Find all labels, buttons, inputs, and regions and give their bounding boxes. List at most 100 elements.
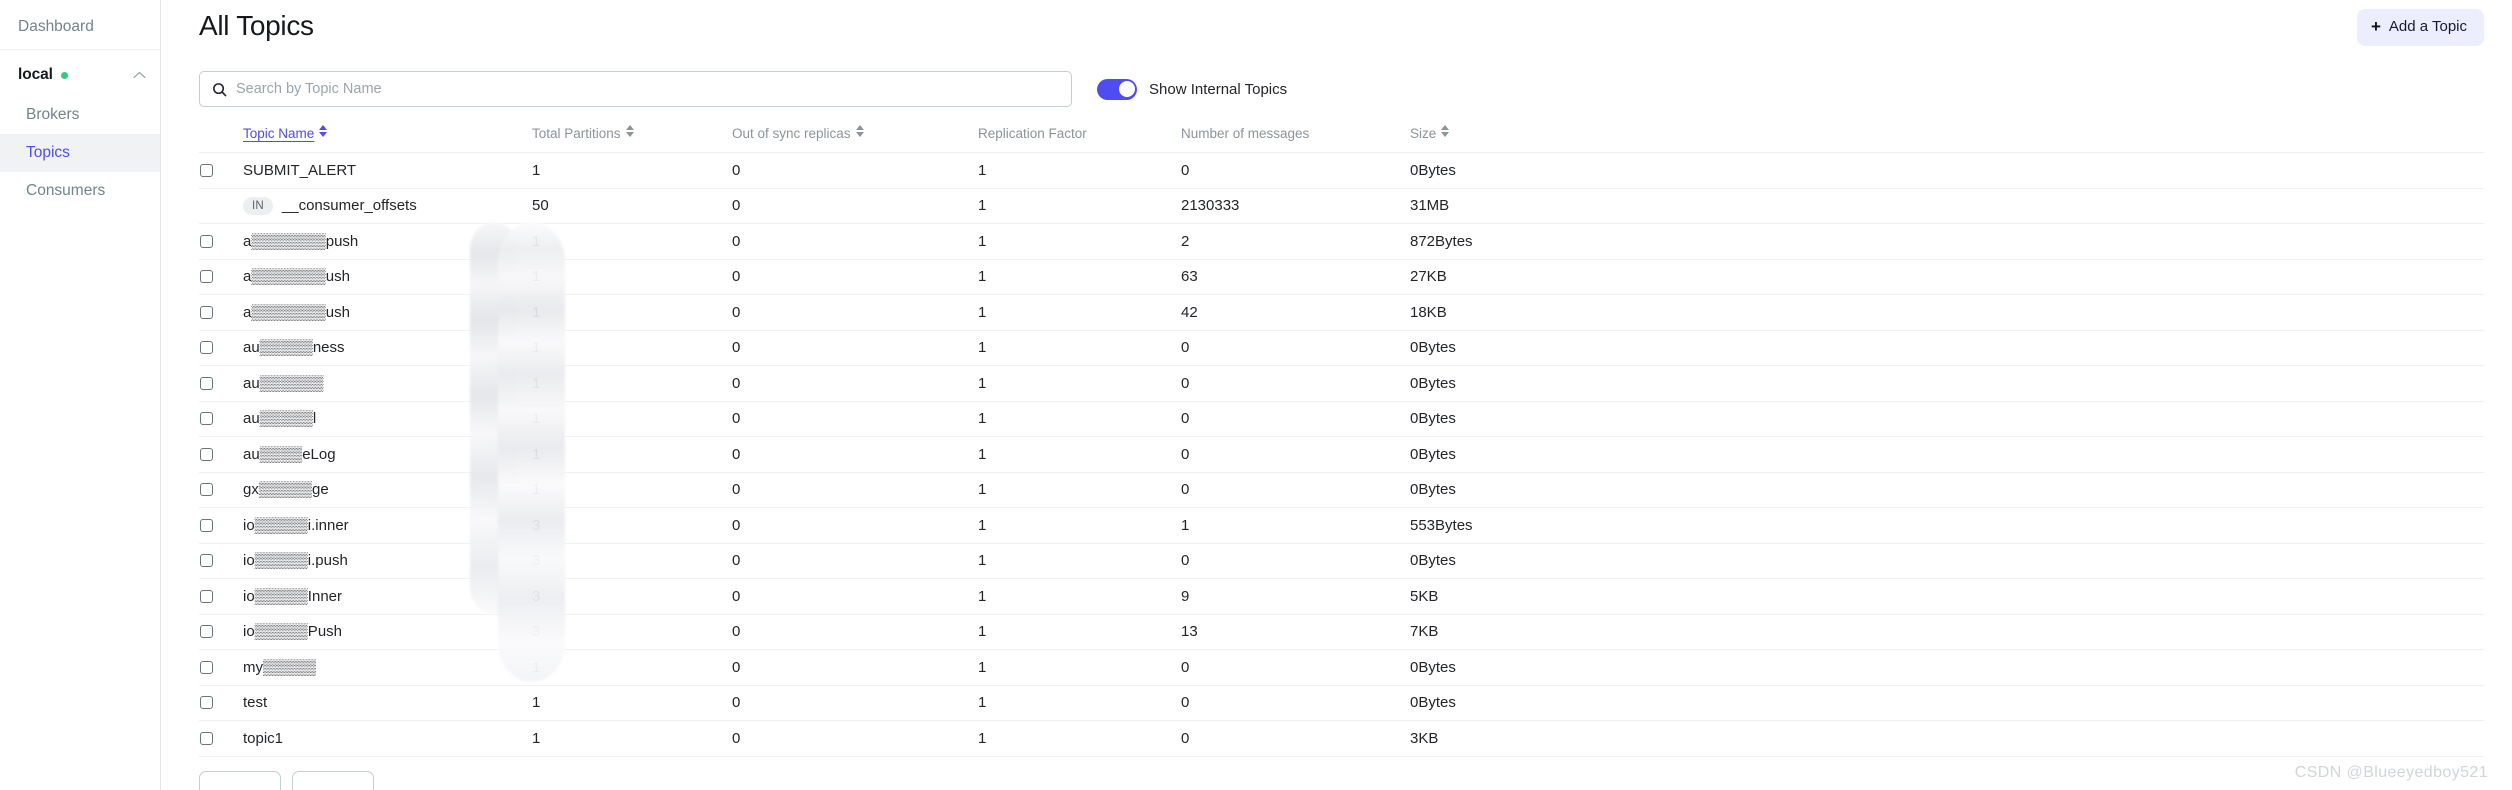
total-partitions-cell: 1 xyxy=(532,330,732,366)
topic-name-cell[interactable]: io▒▒▒▒▒Push xyxy=(243,614,532,650)
replication-factor-cell: 1 xyxy=(978,543,1181,579)
internal-topic-badge: IN xyxy=(243,196,273,215)
row-select-cell xyxy=(199,188,243,224)
row-select-cell xyxy=(199,614,243,650)
table-row[interactable]: gx▒▒▒▒▒ge 1 0 1 0 0Bytes xyxy=(199,472,2484,508)
table-row[interactable]: test 1 0 1 0 0Bytes xyxy=(199,685,2484,721)
sort-icon-topic-name[interactable] xyxy=(319,125,328,137)
topic-name-wrapper: au▒▒▒▒▒l xyxy=(243,410,532,427)
total-partitions-cell: 1 xyxy=(532,472,732,508)
sort-icon-total-partitions[interactable] xyxy=(625,125,634,137)
sidebar-item-consumers-label: Consumers xyxy=(26,182,106,199)
add-topic-button[interactable]: + Add a Topic xyxy=(2356,9,2484,46)
topic-name-cell[interactable]: my▒▒▒▒▒ xyxy=(243,649,532,686)
table-row[interactable]: au▒▒▒▒▒ness 1 0 1 0 0Bytes xyxy=(199,330,2484,366)
row-checkbox[interactable] xyxy=(200,731,213,745)
total-partitions-cell: 3 xyxy=(532,614,732,650)
table-row[interactable]: au▒▒▒▒▒▒ 1 0 1 0 0Bytes xyxy=(199,365,2484,402)
topic-name-cell[interactable]: gx▒▒▒▒▒ge xyxy=(243,472,532,508)
topic-name-cell[interactable]: a▒▒▒▒▒▒▒push xyxy=(243,223,532,260)
row-checkbox[interactable] xyxy=(200,518,213,532)
table-row[interactable]: io▒▒▒▒▒i.inner 3 0 1 1 553Bytes xyxy=(199,507,2484,544)
column-header-topic-name[interactable]: Topic Name xyxy=(243,121,532,153)
row-checkbox[interactable] xyxy=(200,696,213,710)
toggle-track[interactable] xyxy=(1097,78,1137,100)
row-checkbox[interactable] xyxy=(200,483,213,497)
replication-factor-cell: 1 xyxy=(978,223,1181,260)
table-row[interactable]: SUBMIT_ALERT 1 0 1 0 0Bytes xyxy=(199,152,2484,189)
column-header-total-partitions[interactable]: Total Partitions xyxy=(532,121,732,153)
topic-name-cell[interactable]: a▒▒▒▒▒▒▒ush xyxy=(243,259,532,295)
row-checkbox[interactable] xyxy=(200,305,213,319)
row-select-cell xyxy=(199,507,243,544)
table-row[interactable]: a▒▒▒▒▒▒▒ush 1 0 1 63 27KB xyxy=(199,259,2484,295)
topic-name-cell[interactable]: io▒▒▒▒▒Inner xyxy=(243,578,532,615)
number-of-messages-cell: 0 xyxy=(1181,472,1410,508)
table-row[interactable]: au▒▒▒▒eLog 1 0 1 0 0Bytes xyxy=(199,436,2484,473)
row-select-cell xyxy=(199,152,243,189)
chevron-up-icon[interactable] xyxy=(133,69,146,81)
table-row[interactable]: io▒▒▒▒▒i.push 3 0 1 0 0Bytes xyxy=(199,543,2484,579)
table-row[interactable]: io▒▒▒▒▒Push 3 0 1 13 7KB xyxy=(199,614,2484,650)
table-row[interactable]: a▒▒▒▒▒▒▒ush 1 0 1 42 18KB xyxy=(199,294,2484,331)
row-checkbox[interactable] xyxy=(200,234,213,248)
table-row[interactable]: IN __consumer_offsets 50 0 1 2130333 31MB xyxy=(199,188,2484,224)
topic-name-label: a▒▒▒▒▒▒▒push xyxy=(243,232,359,250)
table-row[interactable]: my▒▒▒▒▒ 1 0 1 0 0Bytes xyxy=(199,649,2484,686)
row-checkbox[interactable] xyxy=(200,589,213,603)
number-of-messages-cell: 0 xyxy=(1181,152,1410,189)
search-box[interactable] xyxy=(199,71,1072,107)
topic-name-cell[interactable]: IN __consumer_offsets xyxy=(243,188,532,224)
topic-name-cell[interactable]: topic1 xyxy=(243,720,532,757)
table-row[interactable]: a▒▒▒▒▒▒▒push 1 0 1 2 872Bytes xyxy=(199,223,2484,260)
table-row[interactable]: au▒▒▒▒▒l 1 0 1 0 0Bytes xyxy=(199,401,2484,437)
table-row[interactable]: io▒▒▒▒▒Inner 3 0 1 9 5KB xyxy=(199,578,2484,615)
total-partitions-cell: 1 xyxy=(532,436,732,473)
topic-name-wrapper: io▒▒▒▒▒i.inner xyxy=(243,517,532,534)
topic-name-cell[interactable]: test xyxy=(243,685,532,721)
topic-name-cell[interactable]: io▒▒▒▒▒i.push xyxy=(243,543,532,579)
row-checkbox[interactable] xyxy=(200,376,213,390)
topic-name-cell[interactable]: a▒▒▒▒▒▒▒ush xyxy=(243,294,532,331)
topic-name-cell[interactable]: io▒▒▒▒▒i.inner xyxy=(243,507,532,544)
search-icon xyxy=(212,82,227,97)
row-checkbox[interactable] xyxy=(200,660,213,674)
topic-name-cell[interactable]: SUBMIT_ALERT xyxy=(243,152,532,189)
size-cell: 872Bytes xyxy=(1410,223,2484,260)
topic-name-cell[interactable]: au▒▒▒▒eLog xyxy=(243,436,532,473)
column-header-out-of-sync-replicas[interactable]: Out of sync replicas xyxy=(732,121,978,153)
out-of-sync-replicas-cell: 0 xyxy=(732,259,978,295)
total-partitions-cell: 3 xyxy=(532,543,732,579)
sidebar-cluster-local[interactable]: local xyxy=(0,50,160,96)
sidebar-item-consumers[interactable]: Consumers xyxy=(0,172,160,210)
topic-name-wrapper: a▒▒▒▒▒▒▒ush xyxy=(243,268,532,285)
pagination-previous-button[interactable] xyxy=(199,770,281,790)
row-checkbox[interactable] xyxy=(200,625,213,639)
topic-name-label: topic1 xyxy=(243,729,284,747)
row-checkbox[interactable] xyxy=(200,447,213,461)
replication-factor-cell: 1 xyxy=(978,507,1181,544)
out-of-sync-replicas-cell: 0 xyxy=(732,401,978,437)
row-checkbox[interactable] xyxy=(200,163,213,177)
sort-icon-out-of-sync-replicas[interactable] xyxy=(855,125,864,137)
search-input[interactable] xyxy=(236,81,1059,97)
table-row[interactable]: topic1 1 0 1 0 3KB xyxy=(199,720,2484,757)
replication-factor-cell: 1 xyxy=(978,330,1181,366)
topic-name-cell[interactable]: au▒▒▒▒▒▒ xyxy=(243,365,532,402)
sidebar-item-brokers[interactable]: Brokers xyxy=(0,96,160,134)
column-header-size[interactable]: Size xyxy=(1410,121,2484,153)
topic-name-cell[interactable]: au▒▒▒▒▒ness xyxy=(243,330,532,366)
sidebar-item-dashboard[interactable]: Dashboard xyxy=(0,8,160,50)
row-checkbox[interactable] xyxy=(200,412,213,426)
sidebar-item-topics[interactable]: Topics xyxy=(0,134,160,172)
sort-icon-size[interactable] xyxy=(1441,125,1450,137)
replication-factor-cell: 1 xyxy=(978,365,1181,402)
column-header-number-of-messages-label: Number of messages xyxy=(1181,126,1310,141)
row-checkbox[interactable] xyxy=(200,554,213,568)
size-cell: 0Bytes xyxy=(1410,365,2484,402)
show-internal-topics-toggle[interactable]: Show Internal Topics xyxy=(1097,78,1287,100)
row-checkbox[interactable] xyxy=(200,270,213,284)
row-checkbox[interactable] xyxy=(200,341,213,355)
pagination-next-button[interactable] xyxy=(292,770,374,790)
topic-name-cell[interactable]: au▒▒▒▒▒l xyxy=(243,401,532,437)
